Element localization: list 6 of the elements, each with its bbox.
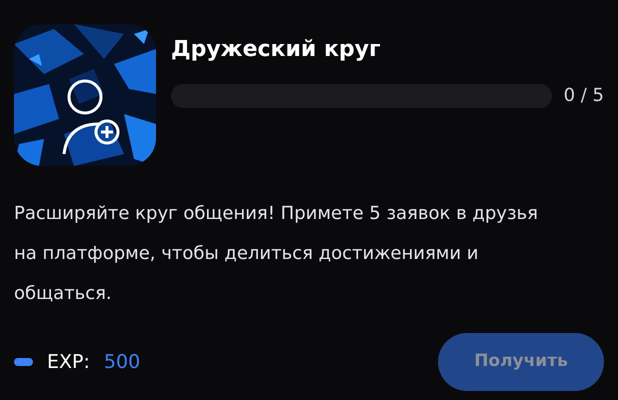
achievement-title: Дружеский круг [171,36,382,64]
exp-marker-icon [14,358,33,366]
exp-label: EXP: [47,350,90,375]
achievement-description: Расширяйте круг общения! Примете 5 заявок в друзья на платформе, чтобы делиться достижениями и общаться. [14,202,539,306]
progress-count: 0 / 5 [564,84,604,108]
exp-value: 500 [104,350,140,375]
